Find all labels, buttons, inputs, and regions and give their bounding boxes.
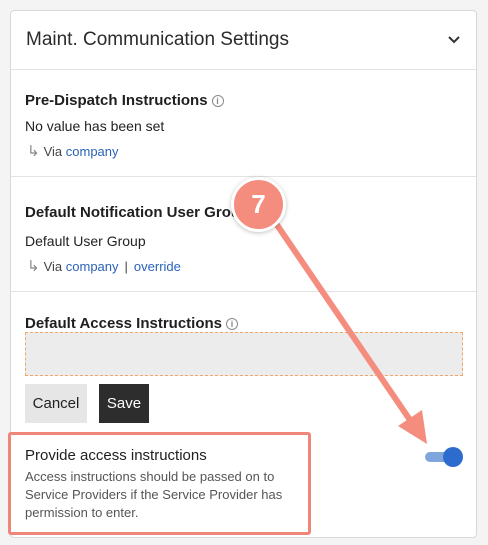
default-notification-via-row: ↳ Via company | override — [27, 257, 181, 275]
default-access-label-text: Default Access Instructions — [25, 315, 222, 332]
default-notification-label: Default Notification User Group — [25, 204, 250, 221]
access-instructions-input[interactable] — [25, 332, 463, 376]
provide-access-toggle[interactable] — [425, 446, 463, 468]
pre-dispatch-label-text: Pre-Dispatch Instructions — [25, 92, 208, 109]
cancel-button[interactable]: Cancel — [25, 384, 87, 423]
step-number-badge: 7 — [231, 177, 286, 232]
default-notification-value: Default User Group — [25, 233, 146, 249]
panel-title: Maint. Communication Settings — [26, 29, 289, 50]
save-button[interactable]: Save — [99, 384, 149, 423]
provide-access-description: Access instructions should be passed on … — [25, 469, 283, 520]
return-arrow-icon: ↳ — [27, 143, 40, 160]
override-link[interactable]: override — [134, 259, 181, 274]
default-access-label: Default Access Instructions i — [25, 315, 238, 332]
return-arrow-icon: ↳ — [27, 258, 40, 275]
screen: Maint. Communication Settings Pre-Dispat… — [0, 0, 488, 545]
toggle-knob — [443, 447, 463, 467]
settings-panel: Maint. Communication Settings Pre-Dispat… — [10, 10, 477, 538]
provide-access-title: Provide access instructions — [25, 447, 207, 464]
pre-dispatch-value: No value has been set — [25, 118, 165, 134]
link-separator: | — [124, 259, 128, 274]
pre-dispatch-section: Pre-Dispatch Instructions i No value has … — [11, 69, 476, 177]
info-icon[interactable]: i — [226, 318, 238, 330]
panel-header: Maint. Communication Settings — [11, 11, 476, 70]
via-label: Via — [43, 144, 63, 159]
via-company-link[interactable]: company — [66, 259, 119, 274]
chevron-down-icon[interactable] — [446, 31, 462, 47]
pre-dispatch-via-row: ↳ Via company — [27, 142, 119, 160]
via-label: Via — [43, 259, 63, 274]
via-company-link[interactable]: company — [66, 144, 119, 159]
pre-dispatch-label: Pre-Dispatch Instructions i — [25, 92, 224, 109]
info-icon[interactable]: i — [211, 95, 224, 107]
